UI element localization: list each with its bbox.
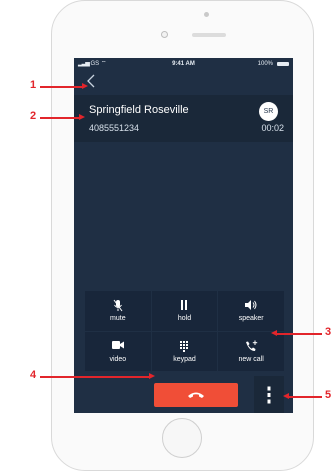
mute-label: mute [110, 315, 126, 323]
battery-percentage: 100% [257, 61, 273, 67]
sensor-dot [204, 12, 209, 17]
callout-4: 4 [30, 369, 37, 381]
call-controls: mute hold speaker video keypad new call [85, 291, 284, 371]
call-screen: ▂▃▅ GS ⌔ 9:41 AM 100% Springfield Rosevi… [74, 58, 293, 413]
front-camera [161, 31, 168, 38]
call-duration: 00:02 [261, 123, 284, 133]
hold-label: hold [177, 315, 192, 323]
speaker-label: speaker [238, 315, 264, 323]
speaker-button[interactable]: speaker [218, 291, 284, 331]
add-call-icon [244, 340, 258, 353]
more-options-button[interactable] [254, 376, 284, 413]
callout-4-line [40, 376, 150, 378]
earpiece-speaker [192, 33, 226, 37]
contact-name: Springfield Roseville [89, 104, 189, 116]
keypad-button[interactable]: keypad [151, 331, 218, 371]
contact-card: Springfield Roseville 4085551234 SR 00:0… [74, 95, 293, 142]
callout-1: 1 [30, 79, 37, 91]
callout-5-arrowhead [283, 393, 289, 399]
hold-button[interactable]: hold [151, 291, 218, 331]
more-vertical-icon [267, 386, 271, 403]
battery-icon [277, 62, 289, 66]
callout-5-line [288, 396, 322, 398]
callout-4-arrowhead [149, 373, 155, 379]
callout-3: 3 [325, 326, 332, 338]
callout-2-arrowhead [79, 114, 85, 120]
microphone-muted-icon [113, 299, 123, 312]
video-button[interactable]: video [85, 331, 151, 371]
callout-1-arrowhead [82, 83, 88, 89]
video-camera-icon [111, 340, 125, 353]
callout-5: 5 [325, 389, 332, 401]
pause-icon [179, 299, 189, 312]
mute-button[interactable]: mute [85, 291, 151, 331]
keypad-label: keypad [173, 355, 196, 363]
callout-2: 2 [30, 110, 37, 122]
callout-3-line [276, 333, 322, 335]
callout-3-arrowhead [271, 330, 277, 336]
video-label: video [109, 355, 127, 363]
end-call-icon [188, 392, 204, 398]
keypad-icon [179, 340, 189, 353]
end-call-button[interactable] [154, 383, 238, 407]
contact-number: 4085551234 [89, 123, 140, 133]
new-call-button[interactable]: new call [218, 331, 284, 371]
speaker-icon [244, 299, 258, 312]
status-bar: ▂▃▅ GS ⌔ 9:41 AM 100% [74, 58, 293, 70]
avatar: SR [259, 102, 278, 121]
callout-2-line [40, 117, 80, 119]
callout-1-line [40, 86, 83, 88]
home-button[interactable] [162, 418, 202, 458]
back-button[interactable] [86, 74, 100, 88]
new-call-label: new call [238, 355, 264, 363]
